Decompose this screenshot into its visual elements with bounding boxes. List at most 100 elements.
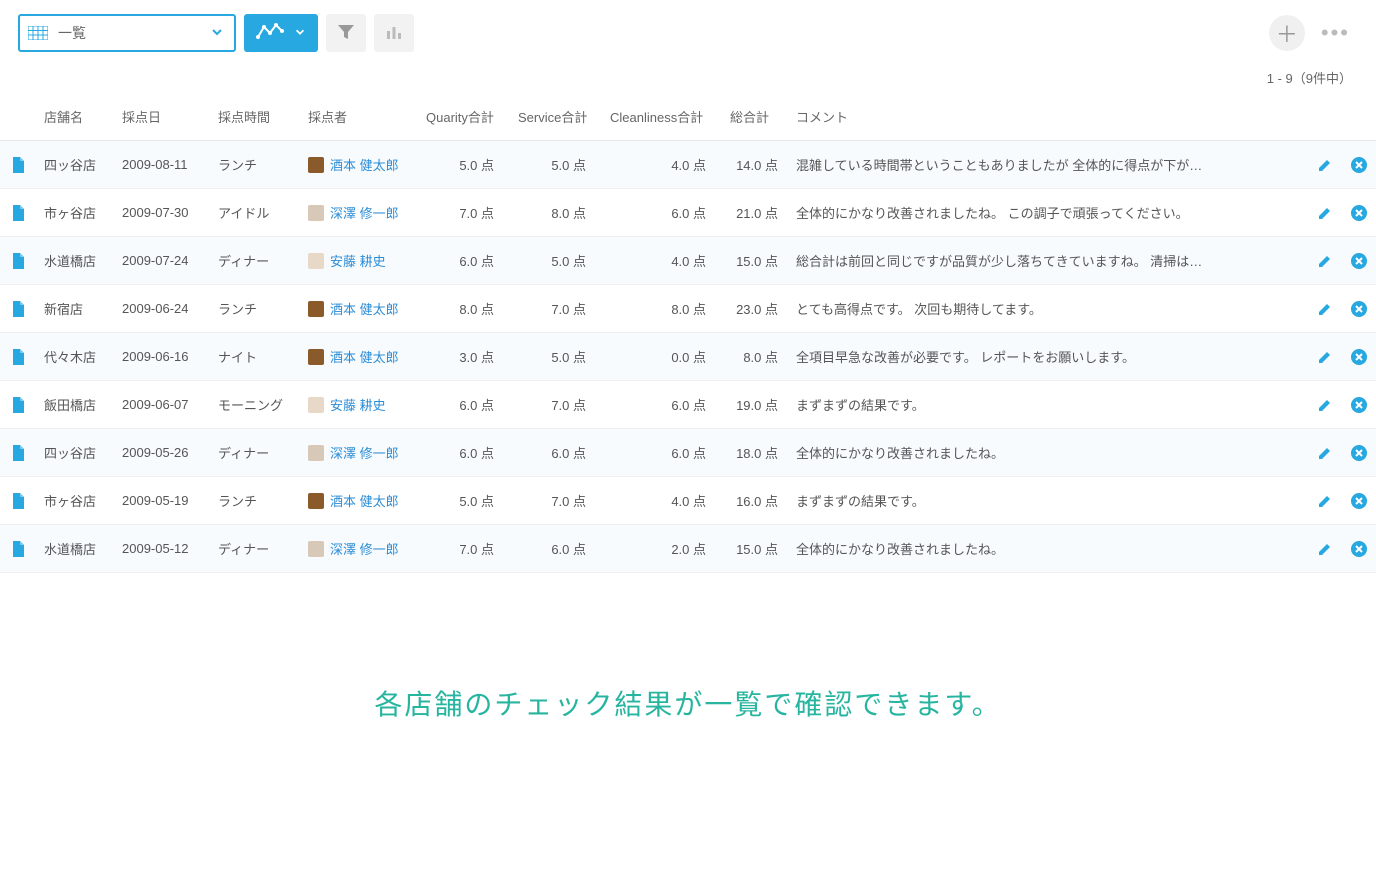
cell-time: モーニング <box>210 381 300 429</box>
table-row: 新宿店2009-06-24ランチ酒本 健太郎8.0 点7.0 点8.0 点23.… <box>0 285 1376 333</box>
edit-button[interactable] <box>1308 477 1342 525</box>
cell-quality: 5.0 点 <box>418 141 510 189</box>
record-icon[interactable] <box>0 285 36 333</box>
edit-button[interactable] <box>1308 285 1342 333</box>
table-row: 四ッ谷店2009-08-11ランチ酒本 健太郎5.0 点5.0 点4.0 点14… <box>0 141 1376 189</box>
cell-clean: 4.0 点 <box>602 477 722 525</box>
bar-chart-icon <box>385 23 403 44</box>
cell-scorer: 深澤 修一郎 <box>300 525 418 573</box>
delete-button[interactable] <box>1342 429 1376 477</box>
edit-button[interactable] <box>1308 333 1342 381</box>
cell-scorer: 酒本 健太郎 <box>300 141 418 189</box>
cell-clean: 2.0 点 <box>602 525 722 573</box>
record-icon[interactable] <box>0 333 36 381</box>
table-wrap: 店舗名 採点日 採点時間 採点者 Quarity合計 Service合計 Cle… <box>0 93 1376 573</box>
record-icon[interactable] <box>0 381 36 429</box>
th-time[interactable]: 採点時間 <box>210 93 300 141</box>
th-store[interactable]: 店舗名 <box>36 93 114 141</box>
th-quality[interactable]: Quarity合計 <box>418 93 510 141</box>
cell-quality: 5.0 点 <box>418 477 510 525</box>
edit-button[interactable] <box>1308 429 1342 477</box>
cell-service: 8.0 点 <box>510 189 602 237</box>
cell-comment: 全項目早急な改善が必要です。 レポートをお願いします。 <box>788 333 1308 381</box>
th-date[interactable]: 採点日 <box>114 93 210 141</box>
table-row: 市ヶ谷店2009-05-19ランチ酒本 健太郎5.0 点7.0 点4.0 点16… <box>0 477 1376 525</box>
th-service[interactable]: Service合計 <box>510 93 602 141</box>
edit-button[interactable] <box>1308 525 1342 573</box>
cell-total: 8.0 点 <box>722 333 788 381</box>
add-button[interactable]: ＋ <box>1269 15 1305 51</box>
cell-scorer: 安藤 耕史 <box>300 381 418 429</box>
record-icon[interactable] <box>0 237 36 285</box>
delete-button[interactable] <box>1342 141 1376 189</box>
record-icon[interactable] <box>0 525 36 573</box>
cell-total: 19.0 点 <box>722 381 788 429</box>
caption: 各店舗のチェック結果が一覧で確認できます。 <box>0 683 1376 723</box>
cell-comment: まずまずの結果です。 <box>788 381 1308 429</box>
table-row: 飯田橋店2009-06-07モーニング安藤 耕史6.0 点7.0 点6.0 点1… <box>0 381 1376 429</box>
cell-time: ランチ <box>210 477 300 525</box>
line-graph-icon <box>256 23 284 44</box>
cell-date: 2009-07-24 <box>114 237 210 285</box>
cell-date: 2009-06-16 <box>114 333 210 381</box>
cell-clean: 6.0 点 <box>602 189 722 237</box>
cell-time: アイドル <box>210 189 300 237</box>
record-icon[interactable] <box>0 477 36 525</box>
cell-quality: 6.0 点 <box>418 381 510 429</box>
table-row: 四ッ谷店2009-05-26ディナー深澤 修一郎6.0 点6.0 点6.0 点1… <box>0 429 1376 477</box>
cell-quality: 7.0 点 <box>418 525 510 573</box>
cell-service: 5.0 点 <box>510 333 602 381</box>
cell-store: 水道橋店 <box>36 525 114 573</box>
delete-button[interactable] <box>1342 477 1376 525</box>
th-scorer[interactable]: 採点者 <box>300 93 418 141</box>
th-total[interactable]: 総合計 <box>722 93 788 141</box>
cell-comment: 混雑している時間帯ということもありましたが 全体的に得点が下が… <box>788 141 1308 189</box>
cell-quality: 7.0 点 <box>418 189 510 237</box>
record-icon[interactable] <box>0 429 36 477</box>
edit-button[interactable] <box>1308 381 1342 429</box>
delete-button[interactable] <box>1342 525 1376 573</box>
table-row: 水道橋店2009-07-24ディナー安藤 耕史6.0 点5.0 点4.0 点15… <box>0 237 1376 285</box>
edit-button[interactable] <box>1308 189 1342 237</box>
scorer-link[interactable]: 酒本 健太郎 <box>330 155 399 174</box>
scorer-link[interactable]: 深澤 修一郎 <box>330 539 399 558</box>
graph-button[interactable] <box>244 14 318 52</box>
cell-scorer: 酒本 健太郎 <box>300 477 418 525</box>
delete-button[interactable] <box>1342 333 1376 381</box>
edit-button[interactable] <box>1308 141 1342 189</box>
cell-clean: 4.0 点 <box>602 141 722 189</box>
scorer-link[interactable]: 酒本 健太郎 <box>330 491 399 510</box>
view-select[interactable]: 一覧 <box>18 14 236 52</box>
delete-button[interactable] <box>1342 189 1376 237</box>
cell-date: 2009-06-24 <box>114 285 210 333</box>
delete-button[interactable] <box>1342 381 1376 429</box>
cell-store: 四ッ谷店 <box>36 141 114 189</box>
cell-date: 2009-06-07 <box>114 381 210 429</box>
cell-store: 水道橋店 <box>36 237 114 285</box>
scorer-link[interactable]: 酒本 健太郎 <box>330 347 399 366</box>
th-clean[interactable]: Cleanliness合計 <box>602 93 722 141</box>
cell-quality: 6.0 点 <box>418 237 510 285</box>
cell-time: ディナー <box>210 237 300 285</box>
avatar <box>308 301 324 317</box>
scorer-link[interactable]: 深澤 修一郎 <box>330 443 399 462</box>
table-header-row: 店舗名 採点日 採点時間 採点者 Quarity合計 Service合計 Cle… <box>0 93 1376 141</box>
scorer-link[interactable]: 安藤 耕史 <box>330 251 386 270</box>
chevron-down-icon <box>210 25 224 42</box>
cell-service: 7.0 点 <box>510 285 602 333</box>
cell-clean: 6.0 点 <box>602 381 722 429</box>
scorer-link[interactable]: 酒本 健太郎 <box>330 299 399 318</box>
cell-service: 7.0 点 <box>510 477 602 525</box>
cell-total: 14.0 点 <box>722 141 788 189</box>
scorer-link[interactable]: 深澤 修一郎 <box>330 203 399 222</box>
delete-button[interactable] <box>1342 285 1376 333</box>
filter-button[interactable] <box>326 14 366 52</box>
record-icon[interactable] <box>0 141 36 189</box>
edit-button[interactable] <box>1308 237 1342 285</box>
record-icon[interactable] <box>0 189 36 237</box>
more-button[interactable]: ••• <box>1313 20 1358 46</box>
th-comment[interactable]: コメント <box>788 93 1308 141</box>
delete-button[interactable] <box>1342 237 1376 285</box>
chart-button[interactable] <box>374 14 414 52</box>
scorer-link[interactable]: 安藤 耕史 <box>330 395 386 414</box>
